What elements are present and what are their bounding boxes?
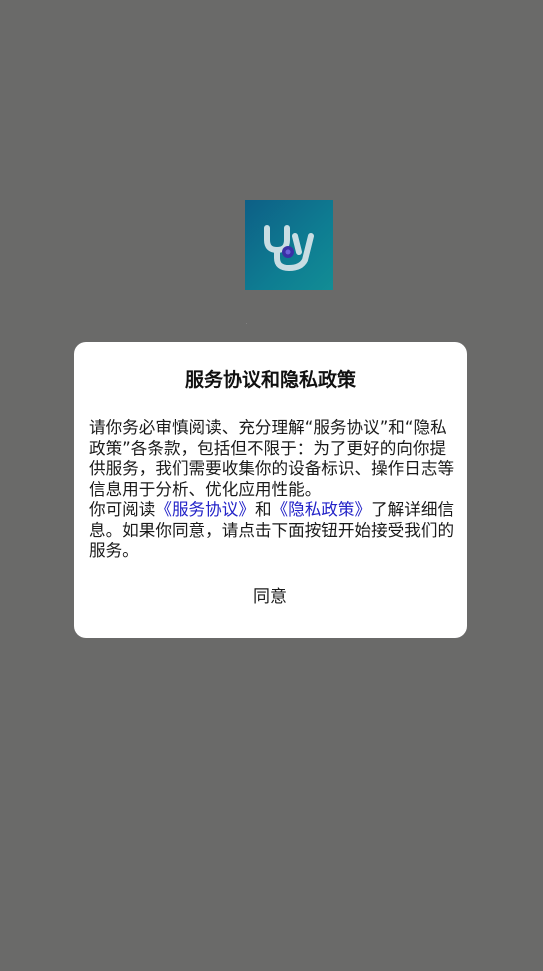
agree-button[interactable]: 同意 <box>170 580 370 614</box>
privacy-policy-link[interactable]: 《隐私政策》 <box>272 500 372 519</box>
stethoscope-icon <box>264 225 314 272</box>
dialog-paragraph-1: 请你务必审慎阅读、充分理解“服务协议”和“隐私政策”各条款，包括但不限于：为了更… <box>89 418 455 499</box>
paragraph-2-and: 和 <box>254 500 272 519</box>
app-logo <box>245 200 333 290</box>
dialog-title: 服务协议和隐私政策 <box>184 369 356 391</box>
privacy-dialog: 服务协议和隐私政策 请你务必审慎阅读、充分理解“服务协议”和“隐私政策”各条款，… <box>74 342 467 638</box>
terms-link[interactable]: 《服务协议》 <box>155 500 255 519</box>
paragraph-2-prefix: 你可阅读 <box>89 500 156 519</box>
decorative-dot <box>246 323 247 324</box>
dialog-body: 请你务必审慎阅读、充分理解“服务协议”和“隐私政策”各条款，包括但不限于：为了更… <box>89 418 455 562</box>
dialog-paragraph-2: 你可阅读《服务协议》和《隐私政策》了解详细信息。如果你同意，请点击下面按钮开始接… <box>89 500 455 562</box>
